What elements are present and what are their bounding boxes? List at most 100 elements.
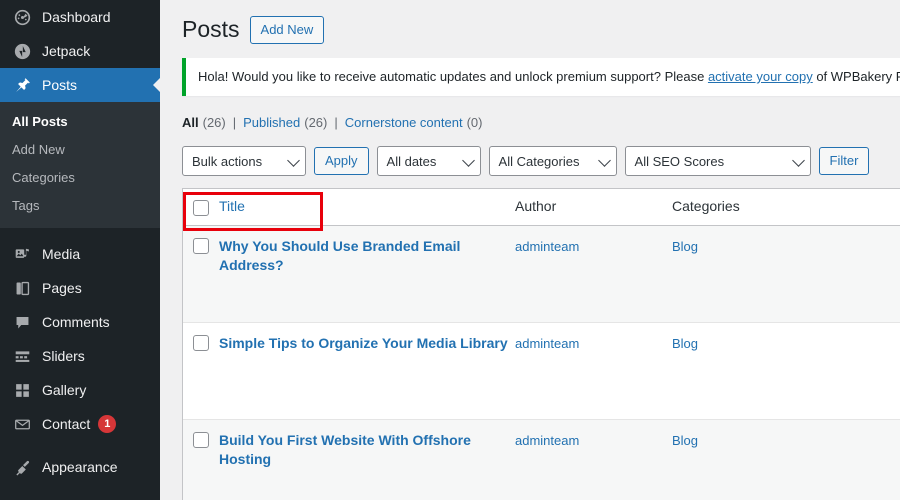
row-checkbox[interactable]	[193, 432, 209, 448]
post-title-link[interactable]: Build You First Website With Offshore Ho…	[219, 432, 471, 467]
media-icon	[12, 244, 32, 264]
row-checkbox[interactable]	[193, 335, 209, 351]
posts-table: Title Author Categories Why You Should U…	[182, 188, 900, 500]
sidebar-item-label: Appearance	[42, 459, 118, 475]
bulk-actions-select[interactable]: Bulk actions	[182, 146, 306, 176]
sidebar-item-label: Media	[42, 246, 81, 262]
author-link[interactable]: adminteam	[515, 433, 579, 448]
pages-icon	[12, 278, 32, 298]
category-link[interactable]: Blog	[672, 239, 698, 254]
all-categories-value: All Categories	[498, 153, 580, 169]
row-categories-cell: Blog	[672, 237, 900, 256]
activate-your-copy-link[interactable]: activate your copy	[708, 69, 813, 84]
all-dates-select[interactable]: All dates	[376, 146, 481, 176]
gallery-grid-icon	[12, 380, 32, 400]
sidebar-separator-2	[0, 441, 160, 450]
view-separator-1: |	[232, 115, 237, 130]
row-select-cell	[183, 334, 219, 351]
apply-button[interactable]: Apply	[314, 147, 369, 175]
view-link-published[interactable]: Published	[243, 114, 300, 132]
envelope-icon	[12, 414, 32, 434]
sidebar-item-label: Pages	[42, 280, 82, 296]
sidebar-item-label: Jetpack	[42, 43, 91, 59]
sidebar-item-tags[interactable]: Tags	[0, 192, 160, 220]
notice-text-before: Hola! Would you like to receive automati…	[198, 69, 708, 84]
sidebar-item-comments[interactable]: Comments	[0, 305, 160, 339]
sidebar-item-label: Contact	[42, 416, 91, 432]
submenu-item-label: All Posts	[12, 114, 68, 129]
sidebar-item-categories[interactable]: Categories	[0, 164, 160, 192]
view-link-all[interactable]: All	[182, 114, 199, 132]
column-header-title[interactable]: Title	[219, 198, 515, 216]
sidebar-item-appearance[interactable]: Appearance	[0, 450, 160, 484]
sidebar-item-jetpack[interactable]: Jetpack	[0, 34, 160, 68]
sidebar-item-label: Gallery	[42, 382, 87, 398]
contact-badge-count: 1	[98, 415, 117, 433]
comment-bubble-icon	[12, 312, 32, 332]
sidebar-item-posts[interactable]: Posts	[0, 68, 160, 102]
row-title-cell: Simple Tips to Organize Your Media Libra…	[219, 334, 515, 353]
page-title: Posts	[182, 16, 240, 43]
table-row: Why You Should Use Branded Email Address…	[183, 226, 900, 323]
sidebar-item-gallery[interactable]: Gallery	[0, 373, 160, 407]
add-new-button[interactable]: Add New	[249, 16, 325, 44]
filter-button[interactable]: Filter	[818, 147, 870, 175]
column-header-author[interactable]: Author	[515, 198, 672, 216]
chevron-down-icon	[287, 154, 300, 167]
paintbrush-icon	[12, 457, 32, 477]
author-link[interactable]: adminteam	[515, 239, 579, 254]
sidebar-separator	[0, 228, 160, 237]
row-title-cell: Why You Should Use Branded Email Address…	[219, 237, 515, 275]
view-link-cornerstone[interactable]: Cornerstone content	[345, 114, 463, 132]
category-link[interactable]: Blog	[672, 336, 698, 351]
sidebar-item-media[interactable]: Media	[0, 237, 160, 271]
view-separator-2: |	[334, 115, 338, 130]
row-categories-cell: Blog	[672, 431, 900, 450]
post-title-link[interactable]: Simple Tips to Organize Your Media Libra…	[219, 335, 508, 351]
row-select-cell	[183, 237, 219, 254]
sidebar-item-pages[interactable]: Pages	[0, 271, 160, 305]
all-categories-select[interactable]: All Categories	[488, 146, 617, 176]
sidebar-item-label: Sliders	[42, 348, 85, 364]
sidebar-item-all-posts[interactable]: All Posts	[0, 108, 160, 136]
chevron-down-icon	[597, 154, 611, 167]
sidebar-item-dashboard[interactable]: Dashboard	[0, 0, 160, 34]
sidebar-item-sliders[interactable]: Sliders	[0, 339, 160, 373]
sidebar-item-label: Comments	[42, 314, 110, 330]
row-author-cell: adminteam	[515, 237, 672, 256]
row-checkbox[interactable]	[193, 238, 209, 254]
sidebar-item-label: Posts	[42, 77, 78, 93]
column-header-categories-label: Categories	[672, 198, 740, 214]
row-author-cell: adminteam	[515, 431, 672, 450]
post-title-link[interactable]: Why You Should Use Branded Email Address…	[219, 238, 460, 273]
admin-sidebar: Dashboard Jetpack Posts All Posts Add Ne…	[0, 0, 160, 500]
sidebar-item-label: Dashboard	[42, 9, 111, 25]
column-header-categories[interactable]: Categories	[672, 198, 900, 216]
category-link[interactable]: Blog	[672, 433, 698, 448]
update-notice: Hola! Would you like to receive automati…	[182, 58, 900, 96]
table-row: Build You First Website With Offshore Ho…	[183, 420, 900, 500]
sidebar-item-contact[interactable]: Contact 1	[0, 407, 160, 441]
select-all-cell	[183, 199, 219, 216]
pin-icon	[12, 75, 32, 95]
sidebar-item-add-new[interactable]: Add New	[0, 136, 160, 164]
author-link[interactable]: adminteam	[515, 336, 579, 351]
view-count-all: (26)	[202, 115, 226, 130]
column-header-author-label: Author	[515, 198, 557, 214]
all-seo-scores-select[interactable]: All SEO Scores	[624, 146, 811, 176]
dashboard-gauge-icon	[12, 7, 32, 27]
row-author-cell: adminteam	[515, 334, 672, 353]
chevron-down-icon	[461, 154, 475, 167]
posts-submenu: All Posts Add New Categories Tags	[0, 102, 160, 228]
all-seo-scores-value: All SEO Scores	[634, 153, 725, 169]
column-header-title-label: Title	[219, 198, 245, 214]
submenu-item-label: Tags	[12, 198, 40, 213]
row-title-cell: Build You First Website With Offshore Ho…	[219, 431, 515, 469]
select-all-checkbox[interactable]	[193, 199, 209, 216]
submenu-item-label: Add New	[12, 142, 65, 157]
main-content: Posts Add New Hola! Would you like to re…	[160, 0, 900, 500]
all-dates-value: All dates	[386, 153, 437, 169]
row-select-cell	[183, 431, 219, 448]
view-count-cornerstone: (0)	[466, 115, 483, 130]
wordpress-admin-screen: Dashboard Jetpack Posts All Posts Add Ne…	[0, 0, 900, 500]
